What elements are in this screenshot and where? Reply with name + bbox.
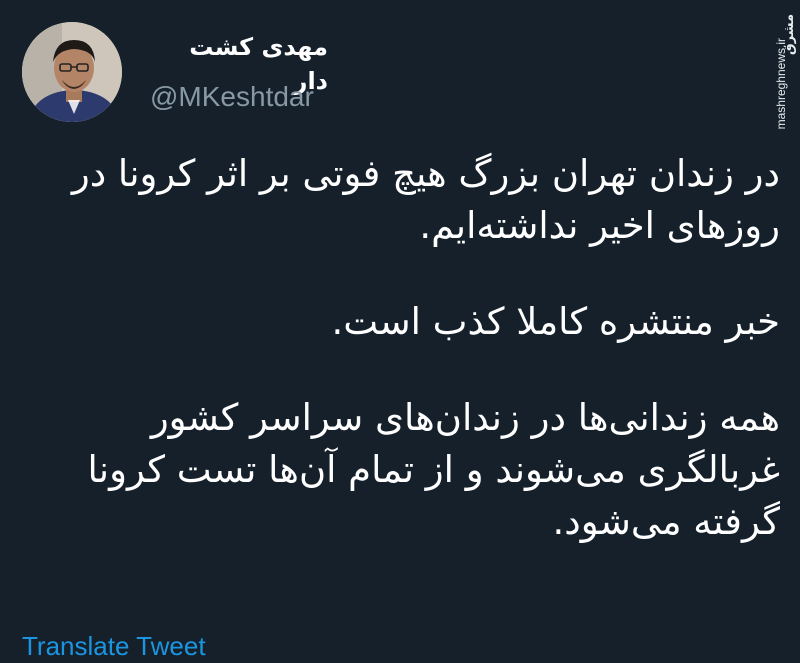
tweet-paragraph: در زندان تهران بزرگ هیچ فوتی بر اثر کرون…: [20, 148, 780, 252]
tweet-paragraph: همه زندانی‌ها در زندان‌های سراسر کشور غر…: [20, 392, 780, 548]
watermark: مشرق mashreghnews.ir: [746, 8, 797, 130]
tweet-paragraph: خبر منتشره کاملا کذب است.: [20, 296, 780, 348]
avatar[interactable]: [22, 22, 122, 122]
tweet-line: خبر منتشره کاملا کذب است.: [331, 300, 780, 343]
tweet-line: روزهای اخیر نداشته‌ایم.: [419, 204, 780, 247]
tweet-card: مهدی کشت دار @MKeshtdar مشرق mashreghnew…: [0, 0, 800, 663]
translate-tweet-link[interactable]: Translate Tweet: [22, 630, 206, 662]
tweet-line: گرفته می‌شود.: [552, 500, 781, 543]
avatar-photo-icon: [22, 22, 122, 122]
tweet-line: در زندان تهران بزرگ هیچ فوتی بر اثر کرون…: [71, 152, 780, 195]
tweet-line: همه زندانی‌ها در زندان‌های سراسر کشور: [150, 396, 780, 439]
user-handle[interactable]: @MKeshtdar: [150, 80, 314, 114]
tweet-line: غربالگری می‌شوند و از تمام آن‌ها تست کرو…: [87, 448, 780, 491]
tweet-text: در زندان تهران بزرگ هیچ فوتی بر اثر کرون…: [20, 148, 780, 592]
watermark-url: mashreghnews.ir: [774, 38, 788, 130]
